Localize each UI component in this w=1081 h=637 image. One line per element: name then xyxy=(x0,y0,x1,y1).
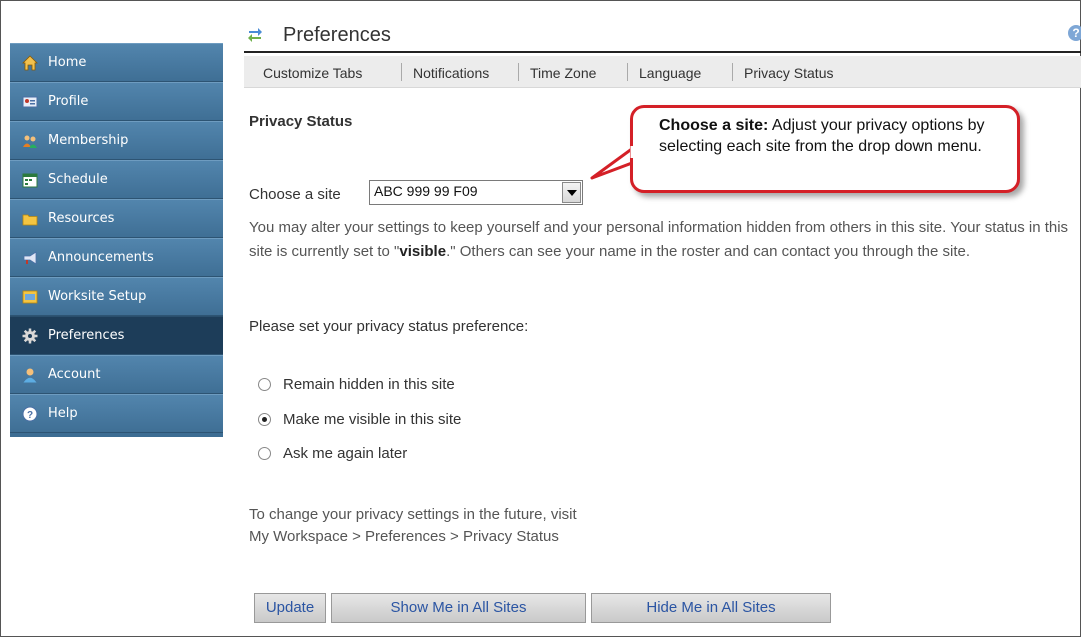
profile-icon xyxy=(22,96,38,108)
account-icon xyxy=(23,368,37,383)
sidebar-item-label: Profile xyxy=(48,94,89,109)
description-text-end: ." Others can see your name in the roste… xyxy=(446,243,971,260)
sidebar-item-label: Membership xyxy=(48,133,129,148)
sidebar-item-label: Schedule xyxy=(48,172,108,187)
show-me-in-all-sites-button[interactable]: Show Me in All Sites xyxy=(331,593,586,623)
tab-language[interactable]: Language xyxy=(639,65,701,81)
future-path: My Workspace > Preferences > Privacy Sta… xyxy=(249,528,559,545)
radio-make-visible[interactable]: Make me visible in this site xyxy=(258,411,461,428)
section-title: Privacy Status xyxy=(249,113,353,130)
tab-separator xyxy=(627,63,628,81)
tab-privacy-status[interactable]: Privacy Status xyxy=(744,65,833,81)
sidebar-item-account[interactable]: Account xyxy=(10,355,223,394)
home-icon xyxy=(22,55,38,71)
sidebar-item-label: Help xyxy=(48,406,78,421)
callout-box: Choose a site: Adjust your privacy optio… xyxy=(630,105,1020,193)
page-title: Preferences xyxy=(283,24,391,46)
radio-button[interactable] xyxy=(258,413,271,426)
radio-button[interactable] xyxy=(258,447,271,460)
svg-text:?: ? xyxy=(27,410,33,421)
sidebar-item-label: Preferences xyxy=(48,328,125,343)
tab-separator xyxy=(518,63,519,81)
sidebar-item-membership[interactable]: Membership xyxy=(10,121,223,160)
sidebar-item-schedule[interactable]: Schedule xyxy=(10,160,223,199)
sidebar-item-announcements[interactable]: Announcements xyxy=(10,238,223,277)
hide-me-in-all-sites-button[interactable]: Hide Me in All Sites xyxy=(591,593,831,623)
sidebar-item-label: Account xyxy=(48,367,101,382)
sidebar-item-preferences[interactable]: Preferences xyxy=(10,316,223,355)
tab-time-zone[interactable]: Time Zone xyxy=(530,65,596,81)
radio-remain-hidden[interactable]: Remain hidden in this site xyxy=(258,376,455,393)
folder-icon xyxy=(22,214,38,226)
callout-title: Choose a site: xyxy=(659,117,769,134)
sidebar-item-help[interactable]: ? Help xyxy=(10,394,223,433)
radio-label: Ask me again later xyxy=(283,445,408,462)
sidebar: Home Profile Membership Schedule Resourc… xyxy=(10,43,223,437)
site-select-value: ABC 999 99 F09 xyxy=(374,183,478,199)
help-icon[interactable]: ? xyxy=(1068,25,1081,41)
radio-label: Remain hidden in this site xyxy=(283,376,455,393)
title-divider xyxy=(244,51,1081,53)
gear-icon xyxy=(22,328,38,344)
chevron-down-icon[interactable] xyxy=(562,182,581,203)
radio-label: Make me visible in this site xyxy=(283,411,462,428)
tab-separator xyxy=(401,63,402,81)
radio-ask-later[interactable]: Ask me again later xyxy=(258,445,407,462)
sidebar-item-label: Worksite Setup xyxy=(48,289,147,304)
choose-site-label: Choose a site xyxy=(249,186,341,203)
site-select[interactable]: ABC 999 99 F09 xyxy=(369,180,583,205)
sidebar-item-profile[interactable]: Profile xyxy=(10,82,223,121)
sidebar-item-label: Announcements xyxy=(48,250,154,265)
calendar-icon xyxy=(22,173,38,188)
radio-button[interactable] xyxy=(258,378,271,391)
future-line: To change your privacy settings in the f… xyxy=(249,506,577,523)
privacy-description: You may alter your settings to keep your… xyxy=(249,216,1079,264)
tab-bar: Customize Tabs Notifications Time Zone L… xyxy=(244,56,1081,88)
tab-notifications[interactable]: Notifications xyxy=(413,65,489,81)
tab-separator xyxy=(732,63,733,81)
sidebar-item-worksite-setup[interactable]: Worksite Setup xyxy=(10,277,223,316)
future-instructions: To change your privacy settings in the f… xyxy=(249,504,577,548)
sidebar-item-home[interactable]: Home xyxy=(10,43,223,82)
privacy-prompt: Please set your privacy status preferenc… xyxy=(249,318,529,335)
help-icon: ? xyxy=(22,406,38,422)
sidebar-item-label: Resources xyxy=(48,211,115,226)
update-button[interactable]: Update xyxy=(254,593,326,623)
megaphone-icon xyxy=(23,251,37,265)
membership-icon xyxy=(23,135,37,148)
worksite-setup-icon xyxy=(22,290,38,304)
sidebar-item-resources[interactable]: Resources xyxy=(10,199,223,238)
reload-arrows-icon xyxy=(248,28,262,42)
sidebar-item-label: Home xyxy=(48,55,87,70)
tab-customize-tabs[interactable]: Customize Tabs xyxy=(263,65,362,81)
status-value: visible xyxy=(399,243,447,260)
